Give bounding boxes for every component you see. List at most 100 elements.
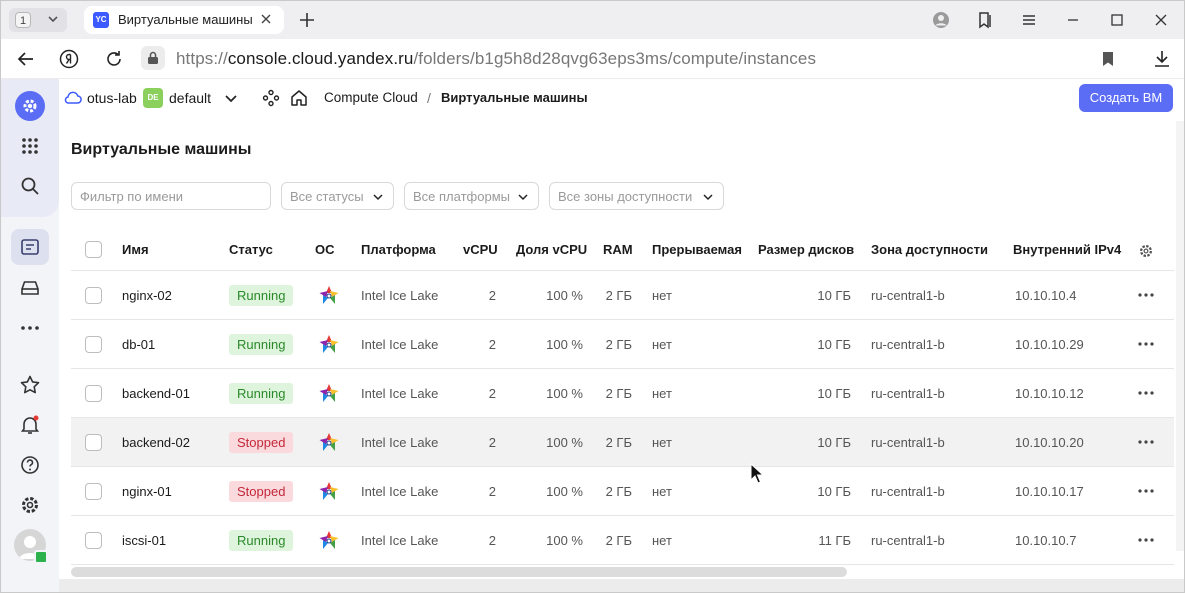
platform: Intel Ice Lake <box>361 533 439 548</box>
more-actions-icon[interactable] <box>1137 386 1155 400</box>
status-badge: Stopped <box>229 481 294 502</box>
collections-icon[interactable] <box>974 9 996 31</box>
more-actions-icon[interactable] <box>1137 533 1155 547</box>
close-window-icon[interactable] <box>1150 9 1172 31</box>
account-status-badge <box>34 550 48 564</box>
more-actions-icon[interactable] <box>1137 484 1155 498</box>
table-row[interactable]: nginx-02 Running Intel Ice Lake 2 100 % 2 ГБ н… <box>71 271 1174 320</box>
url-field[interactable]: https://console.cloud.yandex.ru/folders/… <box>176 49 816 69</box>
table-row[interactable]: backend-01 Running Intel Ice Lake 2 100 % 2 Г… <box>71 369 1174 418</box>
status-filter-select[interactable]: Все статусы <box>281 182 394 210</box>
breadcrumb-service[interactable]: Compute Cloud <box>324 90 418 105</box>
disk-icon[interactable] <box>18 276 42 300</box>
vcpu: 2 <box>488 386 496 401</box>
col-disk-size[interactable]: Размер дисков <box>758 229 854 271</box>
cloud-name[interactable]: otus-lab <box>87 90 137 106</box>
close-tab-icon[interactable] <box>258 11 274 27</box>
os-icon <box>319 286 339 304</box>
os-icon <box>319 384 339 402</box>
table-header-row: Имя Статус ОС Платформа vCPU Доля vCPU R… <box>71 229 1174 271</box>
vm-name[interactable]: nginx-02 <box>122 271 172 320</box>
browser-tab[interactable]: YC Виртуальные машины <box>84 6 284 34</box>
col-preemptible[interactable]: Прерываемая <box>652 229 742 271</box>
download-icon[interactable] <box>1151 48 1173 70</box>
chevron-down-icon[interactable] <box>221 88 241 108</box>
instances-icon[interactable] <box>18 235 42 259</box>
bookmark-icon[interactable] <box>1097 48 1119 70</box>
help-icon[interactable] <box>18 453 42 477</box>
zone: ru-central1-b <box>871 533 945 548</box>
notifications-icon[interactable] <box>18 413 42 437</box>
col-status[interactable]: Статус <box>229 229 273 271</box>
gear-logo-icon <box>23 99 37 113</box>
horizontal-scrollbar[interactable] <box>71 567 847 577</box>
tab-groups-button[interactable]: 1 <box>9 8 67 32</box>
reload-icon[interactable] <box>103 48 125 70</box>
more-actions-icon[interactable] <box>1137 288 1155 302</box>
vm-name[interactable]: nginx-01 <box>122 467 172 516</box>
disk-size: 11 ГБ <box>818 533 851 548</box>
ipv4: 10.10.10.29 <box>1015 337 1084 352</box>
site-info-button[interactable] <box>141 46 165 70</box>
page-title: Виртуальные машины <box>71 141 252 158</box>
vertical-scrollbar[interactable] <box>1176 121 1184 551</box>
home-icon[interactable] <box>289 88 309 108</box>
new-tab-icon[interactable] <box>295 8 319 32</box>
row-checkbox[interactable] <box>85 385 102 402</box>
name-filter-placeholder: Фильтр по имени <box>80 189 184 204</box>
col-platform[interactable]: Платформа <box>361 229 436 271</box>
col-vcpu-share[interactable]: Доля vCPU <box>516 229 587 271</box>
table-row[interactable]: backend-02 Stopped Intel Ice Lake 2 100 % 2 Г… <box>71 418 1174 467</box>
folder-name[interactable]: default <box>169 90 211 106</box>
yandex-cloud-logo[interactable] <box>15 91 45 121</box>
horizontal-scroll-track[interactable] <box>59 579 1184 592</box>
maximize-icon[interactable] <box>1106 9 1128 31</box>
table-settings-icon[interactable] <box>1137 242 1155 260</box>
col-name[interactable]: Имя <box>122 229 149 271</box>
chevron-down-icon <box>703 194 713 201</box>
create-vm-button[interactable]: Создать ВМ <box>1079 84 1173 112</box>
url-host: console.cloud.yandex.ru <box>227 49 414 68</box>
vm-name[interactable]: iscsi-01 <box>122 516 166 565</box>
row-checkbox[interactable] <box>85 483 102 500</box>
table-row[interactable]: iscsi-01 Running Intel Ice Lake 2 100 % 2 ГБ н… <box>71 516 1174 565</box>
col-ipv4[interactable]: Внутренний IPv4 <box>1013 229 1121 271</box>
more-actions-icon[interactable] <box>1137 337 1155 351</box>
vm-name[interactable]: db-01 <box>122 320 155 369</box>
table-row[interactable]: db-01 Running Intel Ice Lake 2 100 % 2 ГБ нет 1… <box>71 320 1174 369</box>
row-checkbox[interactable] <box>85 336 102 353</box>
more-actions-icon[interactable] <box>1137 435 1155 449</box>
yandex-icon[interactable] <box>58 48 80 70</box>
address-bar: https://console.cloud.yandex.ru/folders/… <box>1 39 1184 79</box>
ram: 2 ГБ <box>605 288 632 303</box>
menu-icon[interactable] <box>1018 9 1040 31</box>
zone-filter-select[interactable]: Все зоны доступности <box>549 182 724 210</box>
select-all-checkbox[interactable] <box>85 241 102 258</box>
col-vcpu[interactable]: vCPU <box>463 229 498 271</box>
name-filter-input[interactable]: Фильтр по имени <box>71 182 271 210</box>
yc-favicon-icon: YC <box>93 12 109 28</box>
col-zone[interactable]: Зона доступности <box>871 229 988 271</box>
profile-icon[interactable] <box>930 9 952 31</box>
star-icon[interactable] <box>18 373 42 397</box>
os-icon <box>319 433 339 451</box>
vm-name[interactable]: backend-02 <box>122 418 190 467</box>
services-icon[interactable] <box>261 88 281 108</box>
platform-filter-select[interactable]: Все платформы <box>404 182 539 210</box>
more-services-icon[interactable] <box>18 316 42 340</box>
search-icon[interactable] <box>18 174 42 198</box>
settings-icon[interactable] <box>18 493 42 517</box>
table-row[interactable]: nginx-01 Stopped Intel Ice Lake 2 100 % 2 ГБ н… <box>71 467 1174 516</box>
row-checkbox[interactable] <box>85 532 102 549</box>
row-checkbox[interactable] <box>85 287 102 304</box>
col-os[interactable]: ОС <box>315 229 335 271</box>
back-icon[interactable] <box>15 48 37 70</box>
vcpu: 2 <box>488 484 496 499</box>
col-ram[interactable]: RAM <box>603 229 633 271</box>
disk-size: 10 ГБ <box>817 484 851 499</box>
row-checkbox[interactable] <box>85 434 102 451</box>
preemptible: нет <box>652 386 672 401</box>
all-services-icon[interactable] <box>18 134 42 158</box>
minimize-icon[interactable] <box>1062 9 1084 31</box>
vm-name[interactable]: backend-01 <box>122 369 190 418</box>
